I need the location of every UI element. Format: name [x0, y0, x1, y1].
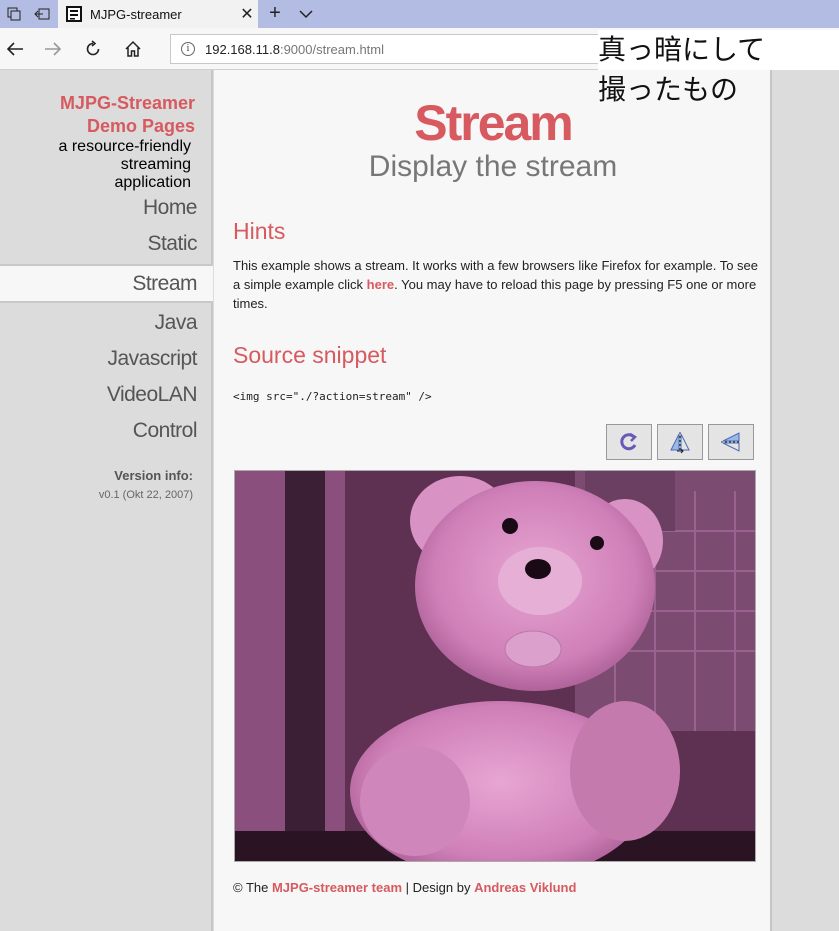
version-text: v0.1 (Okt 22, 2007) [98, 489, 193, 501]
tab-bar: MJPG-streamer ✕ + [0, 0, 839, 28]
teddy-bear-stream-picture [235, 471, 755, 861]
version-heading: Version info: [114, 468, 193, 483]
annotation-line-2: 撮ったもの [598, 73, 739, 106]
hints-paragraph: This example shows a stream. It works wi… [233, 256, 758, 313]
refresh-icon[interactable] [80, 36, 106, 62]
flip-vertical-button[interactable] [657, 424, 703, 460]
sidebar-item-stream[interactable]: Stream [0, 264, 213, 303]
web-page: MJPG-Streamer Demo Pages a resource-frie… [0, 70, 839, 931]
sidebar: MJPG-Streamer Demo Pages a resource-frie… [0, 70, 213, 931]
back-arrow-icon[interactable] [2, 36, 28, 62]
footer-designer-link[interactable]: Andreas Viklund [474, 880, 576, 895]
flip-vertical-icon [670, 432, 690, 454]
handwritten-annotation: 真っ暗にして 撮ったもの [598, 30, 839, 110]
tagline-line-1: a resource-friendly streaming [58, 138, 192, 173]
flip-horizontal-icon [721, 432, 741, 452]
version-info: Version info: v0.1 (Okt 22, 2007) [99, 468, 193, 501]
site-favicon-icon [66, 6, 82, 22]
forward-arrow-icon[interactable] [40, 36, 66, 62]
here-link[interactable]: here [367, 277, 394, 292]
page-footer: © The MJPG-streamer team | Design by And… [233, 880, 576, 895]
home-icon[interactable] [120, 36, 146, 62]
tagline: a resource-friendly streaming applicatio… [0, 138, 192, 192]
url-text: 192.168.11.8:9000/stream.html [205, 41, 384, 57]
brand-line-1: MJPG-Streamer [59, 93, 195, 113]
new-tab-icon[interactable]: + [262, 2, 288, 25]
footer-team-link[interactable]: MJPG-streamer team [272, 880, 402, 895]
main-content: Stream Display the stream Hints This exa… [214, 70, 772, 931]
stream-image [234, 470, 756, 862]
flip-horizontal-button[interactable] [708, 424, 754, 460]
site-info-icon[interactable]: i [181, 42, 195, 56]
sidebar-item-videolan[interactable]: VideoLAN [0, 377, 213, 413]
sidebar-item-static[interactable]: Static [0, 226, 213, 262]
right-gutter [774, 70, 839, 931]
sidebar-item-control[interactable]: Control [0, 413, 213, 449]
sidebar-item-home[interactable]: Home [0, 190, 213, 226]
tab-title: MJPG-streamer [90, 6, 182, 22]
source-snippet: <img src="./?action=stream" /> [233, 390, 432, 403]
site-brand: MJPG-Streamer Demo Pages [60, 92, 195, 138]
tab-mjpg-streamer[interactable]: MJPG-streamer ✕ [58, 0, 258, 28]
hints-heading: Hints [233, 218, 286, 244]
chevron-down-icon[interactable] [296, 6, 316, 22]
rotate-button[interactable] [606, 424, 652, 460]
sidebar-menu: Home Static Stream Java Javascript Video… [0, 190, 213, 449]
tab-actions-icon[interactable] [0, 0, 28, 28]
set-aside-tabs-icon[interactable] [28, 0, 56, 28]
snippet-heading: Source snippet [233, 342, 387, 368]
footer-mid: | Design by [402, 880, 475, 895]
sidebar-item-javascript[interactable]: Javascript [0, 341, 213, 377]
brand-line-2: Demo Pages [86, 116, 195, 136]
footer-prefix: © The [233, 880, 272, 895]
close-tab-icon[interactable]: ✕ [236, 4, 258, 24]
page-subtitle: Display the stream [368, 150, 618, 183]
annotation-line-1: 真っ暗にして [598, 30, 839, 70]
rotate-icon [620, 432, 638, 451]
sidebar-item-java[interactable]: Java [0, 305, 213, 341]
